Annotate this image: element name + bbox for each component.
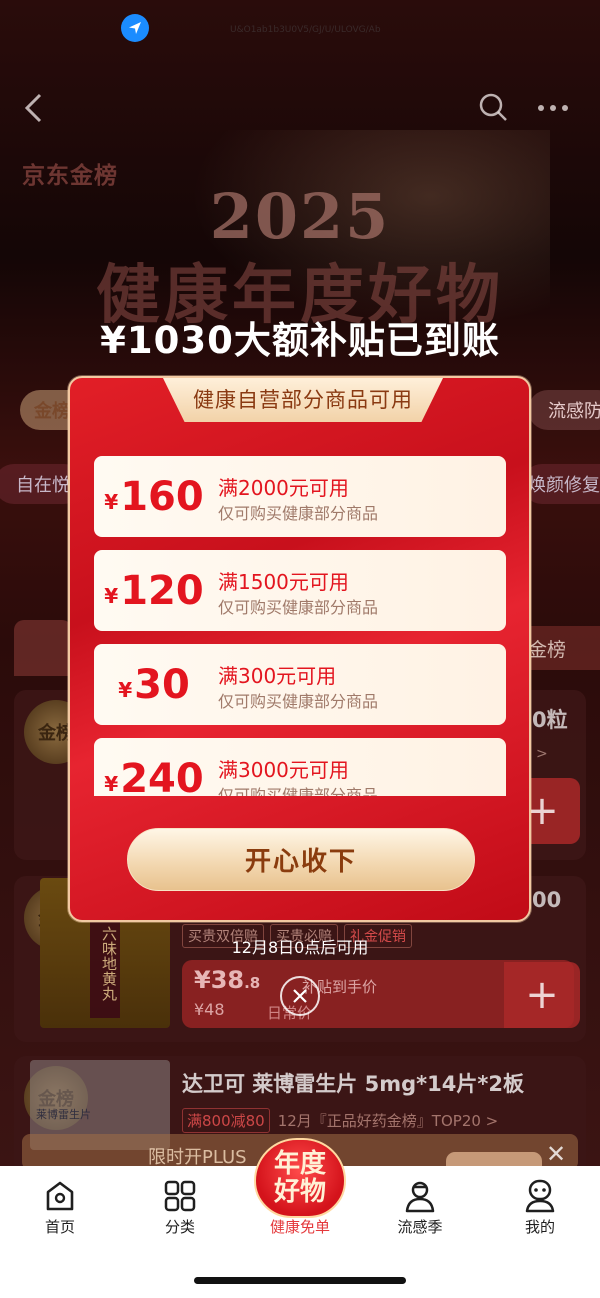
coupon-condition: 满1500元可用 xyxy=(218,570,349,594)
pill-label: 流感防 xyxy=(548,401,600,422)
coupon-amount: ¥120 xyxy=(94,550,214,631)
coupon-amount: ¥30 xyxy=(94,644,214,725)
subsidy-price: ¥38.8 xyxy=(194,966,260,994)
product-title: 达卫可 莱博雷生片 5mg*14片*2板 xyxy=(182,1072,524,1096)
coupon-modal: 健康自营部分商品可用 ¥160 满2000元可用 仅可购买健康部分商品 ¥120… xyxy=(68,376,531,922)
pill-flu-season[interactable]: 流感防 xyxy=(528,390,600,430)
coupon-card: ¥240 满3000元可用 仅可购买健康部分商品 xyxy=(94,738,506,796)
annual-goods-badge[interactable]: 年度 好物 xyxy=(254,1138,346,1218)
location-arrow-icon xyxy=(121,14,149,42)
product-sub-peek: > xyxy=(536,746,548,762)
price-value: ¥38 xyxy=(194,966,245,994)
grid-icon xyxy=(164,1180,196,1212)
product-title-peek: 00 xyxy=(532,888,562,912)
home-indicator xyxy=(194,1277,406,1284)
coupon-card: ¥160 满2000元可用 仅可购买健康部分商品 xyxy=(94,456,506,537)
coupon-card: ¥30 满300元可用 仅可购买健康部分商品 xyxy=(94,644,506,725)
coupon-description: 仅可购买健康部分商品 xyxy=(218,692,379,711)
coupon-description: 仅可购买健康部分商品 xyxy=(218,598,379,617)
tab-label: 流感季 xyxy=(397,1218,443,1236)
tab-home[interactable]: 首页 xyxy=(10,1178,110,1242)
modal-heading: ¥1030大额补贴已到账 xyxy=(100,319,500,362)
pill-label: 焕颜修复 xyxy=(528,475,600,496)
rank-tab-gold[interactable]: 金榜 xyxy=(520,626,600,670)
modal-ribbon: 健康自营部分商品可用 xyxy=(162,378,444,422)
tab-profile[interactable]: 我的 xyxy=(490,1178,590,1242)
tab-flu-season[interactable]: 流感季 xyxy=(370,1178,470,1242)
product-title-peek: 0粒 xyxy=(532,708,568,732)
coupon-value: 30 xyxy=(134,661,190,708)
back-arrow-icon[interactable] xyxy=(22,92,46,124)
coupon-condition: 满3000元可用 xyxy=(218,758,349,782)
price-decimal: .8 xyxy=(244,974,261,992)
product-image-text: 六味地黄丸 xyxy=(90,908,120,1018)
tab-label: 分类 xyxy=(164,1218,195,1236)
badge-line: 年度 xyxy=(273,1149,326,1179)
product-image-text: 莱博雷生片 xyxy=(36,1108,91,1121)
coupon-value: 160 xyxy=(120,473,204,520)
more-options-icon[interactable] xyxy=(536,98,570,118)
coupon-value: 120 xyxy=(120,567,204,614)
home-icon xyxy=(46,1181,74,1211)
tab-category[interactable]: 分类 xyxy=(130,1178,230,1242)
tab-label: 首页 xyxy=(44,1218,75,1236)
pill-repair[interactable]: 焕颜修复 xyxy=(522,464,600,504)
accept-button[interactable]: 开心收下 xyxy=(127,828,475,891)
coupon-description: 仅可购买健康部分商品 xyxy=(218,786,379,796)
close-icon[interactable]: ✕ xyxy=(546,1140,566,1168)
coupon-list[interactable]: ¥160 满2000元可用 仅可购买健康部分商品 ¥120 满1500元可用 仅… xyxy=(94,456,508,796)
discount-tag: 满800减80 xyxy=(182,1108,270,1133)
pill-label: 金榜 xyxy=(34,401,70,422)
ranking-link[interactable]: 12月『正品好药金榜』TOP20 > xyxy=(278,1110,499,1131)
rank-tab-icon[interactable] xyxy=(14,620,72,676)
coupon-amount: ¥160 xyxy=(94,456,214,537)
search-icon[interactable] xyxy=(478,92,508,122)
doctor-icon xyxy=(405,1181,435,1213)
status-url-text: U&O1ab1b3U0V5/GJ/U/ULOVG/Ab xyxy=(230,25,381,35)
tab-label: 我的 xyxy=(524,1218,555,1236)
product-tags: 满800减80 12月『正品好药金榜』TOP20 > xyxy=(182,1108,498,1133)
currency-symbol: ¥ xyxy=(104,771,119,796)
profile-icon xyxy=(525,1179,555,1213)
coupon-value: 240 xyxy=(120,755,204,797)
tab-label: 健康免单 xyxy=(269,1218,330,1236)
availability-note: 12月8日0点后可用 xyxy=(231,938,369,957)
regular-price: ¥48 xyxy=(194,1000,225,1019)
currency-symbol: ¥ xyxy=(104,489,119,514)
currency-symbol: ¥ xyxy=(104,583,119,608)
pill-label: 自在悦 xyxy=(16,475,70,496)
close-modal-icon[interactable] xyxy=(280,976,320,1016)
coupon-condition: 满2000元可用 xyxy=(218,476,349,500)
add-to-cart-button[interactable]: + xyxy=(504,962,580,1028)
badge-line: 好物 xyxy=(273,1177,326,1207)
year-title: 2025 xyxy=(209,180,391,253)
coupon-amount: ¥240 xyxy=(94,738,214,797)
coupon-condition: 满300元可用 xyxy=(218,664,337,688)
currency-symbol: ¥ xyxy=(118,677,133,702)
coupon-card: ¥120 满1500元可用 仅可购买健康部分商品 xyxy=(94,550,506,631)
coupon-description: 仅可购买健康部分商品 xyxy=(218,504,379,523)
